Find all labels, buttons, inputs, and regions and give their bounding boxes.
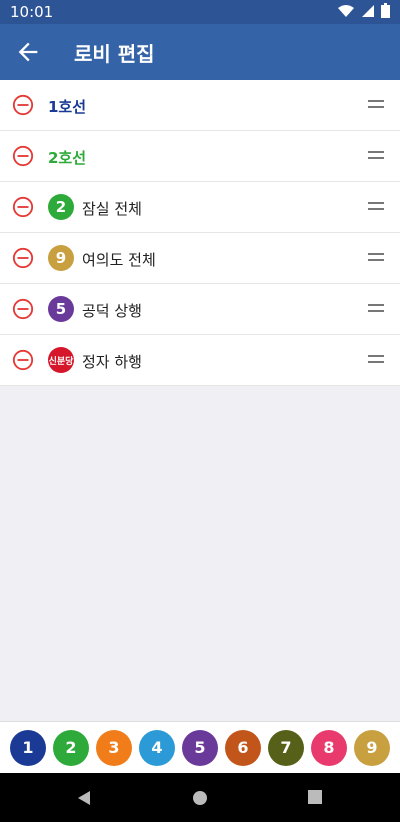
station-label: 잠실 전체 xyxy=(82,200,142,218)
line-button-2[interactable]: 2 xyxy=(53,729,89,766)
station-label: 정자 하행 xyxy=(82,353,142,371)
list-item: 1호선 xyxy=(0,80,400,131)
line-badge: 9 xyxy=(48,245,74,271)
line-header-label: 2호선 xyxy=(48,149,87,167)
line-badge: 신분당 xyxy=(48,347,74,373)
wifi-icon xyxy=(338,4,354,17)
line-button-7[interactable]: 7 xyxy=(268,729,304,766)
back-icon[interactable] xyxy=(75,789,93,807)
station-label: 공덕 상행 xyxy=(82,302,142,320)
status-bar: 10:01 xyxy=(0,0,400,24)
list-item: 5 공덕 상행 xyxy=(0,284,400,335)
remove-circle-icon[interactable] xyxy=(12,298,34,320)
line-header-label: 1호선 xyxy=(48,98,87,116)
line-button-1[interactable]: 1 xyxy=(10,729,46,766)
line-badge: 2 xyxy=(48,194,74,220)
list-item: 2호선 xyxy=(0,131,400,182)
remove-circle-icon[interactable] xyxy=(12,145,34,167)
line-button-5[interactable]: 5 xyxy=(182,729,218,766)
line-selector: 1 2 3 4 5 6 7 8 9 xyxy=(0,721,400,773)
page-title: 로비 편집 xyxy=(74,42,155,66)
line-badge: 5 xyxy=(48,296,74,322)
drag-handle-icon[interactable] xyxy=(368,353,384,365)
drag-handle-icon[interactable] xyxy=(368,200,384,212)
remove-circle-icon[interactable] xyxy=(12,94,34,116)
list-item: 신분당 정자 하행 xyxy=(0,335,400,386)
lobby-list: 1호선 2호선 2 잠실 전체 9 여의도 전체 5 공덕 상행 신분당 정자 … xyxy=(0,80,400,386)
line-button-8[interactable]: 8 xyxy=(311,729,347,766)
line-button-9[interactable]: 9 xyxy=(354,729,390,766)
status-time: 10:01 xyxy=(10,3,54,21)
signal-icon xyxy=(362,4,374,17)
back-arrow-icon[interactable] xyxy=(14,38,42,66)
drag-handle-icon[interactable] xyxy=(368,98,384,110)
drag-handle-icon[interactable] xyxy=(368,251,384,263)
remove-circle-icon[interactable] xyxy=(12,349,34,371)
list-item: 2 잠실 전체 xyxy=(0,182,400,233)
remove-circle-icon[interactable] xyxy=(12,247,34,269)
line-button-6[interactable]: 6 xyxy=(225,729,261,766)
line-button-3[interactable]: 3 xyxy=(96,729,132,766)
remove-circle-icon[interactable] xyxy=(12,196,34,218)
list-item: 9 여의도 전체 xyxy=(0,233,400,284)
recents-icon[interactable] xyxy=(307,789,323,805)
status-icons xyxy=(337,3,390,18)
app-bar: 로비 편집 xyxy=(0,24,400,80)
system-nav-bar xyxy=(0,773,400,822)
drag-handle-icon[interactable] xyxy=(368,302,384,314)
home-icon[interactable] xyxy=(191,789,209,807)
line-button-4[interactable]: 4 xyxy=(139,729,175,766)
station-label: 여의도 전체 xyxy=(82,251,156,269)
battery-icon xyxy=(381,3,390,18)
drag-handle-icon[interactable] xyxy=(368,149,384,161)
